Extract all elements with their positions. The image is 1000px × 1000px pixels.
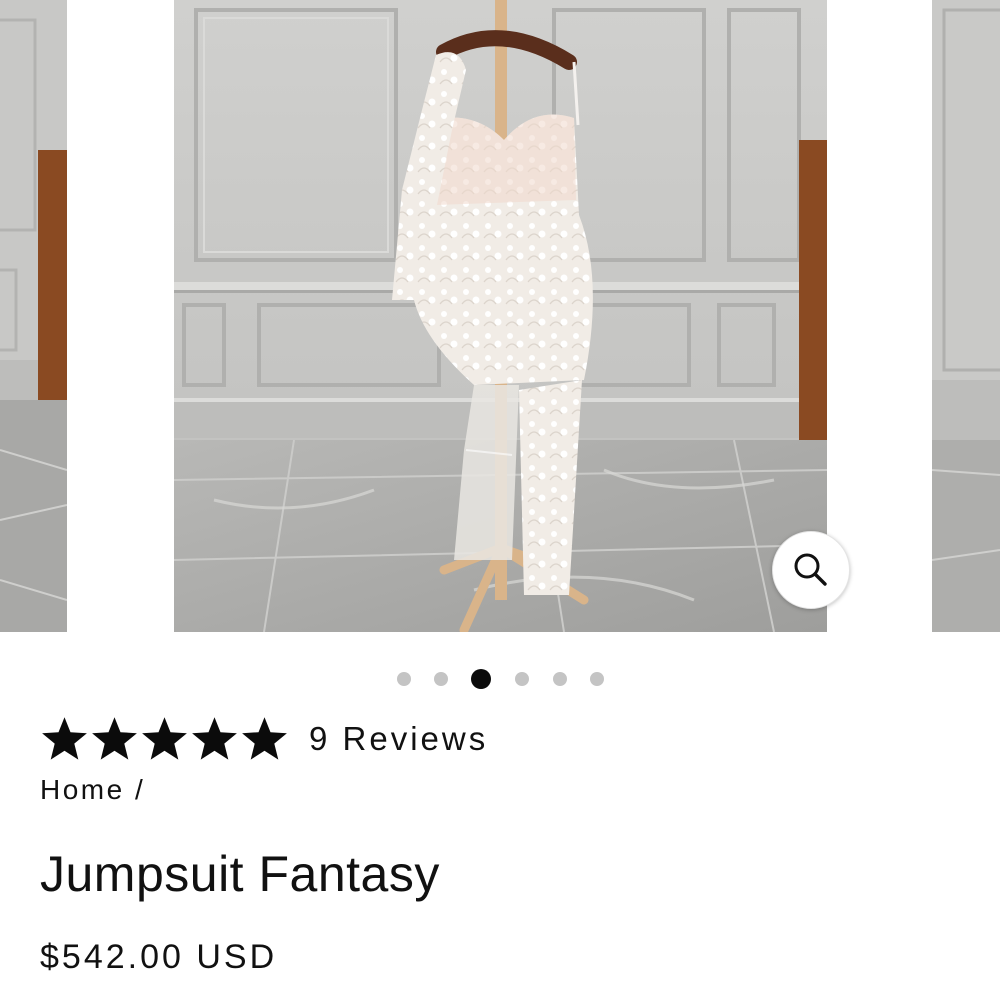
breadcrumb: Home /: [40, 774, 145, 806]
star-icon: [92, 717, 137, 760]
star-icon: [192, 717, 237, 760]
breadcrumb-home-link[interactable]: Home: [40, 774, 125, 805]
reviews-link[interactable]: 9 Reviews: [309, 720, 488, 758]
next-slide-image[interactable]: [932, 0, 1000, 632]
product-image-carousel[interactable]: [0, 0, 1000, 632]
carousel-dot[interactable]: [553, 672, 567, 686]
product-title: Jumpsuit Fantasy: [40, 846, 440, 902]
product-image[interactable]: [174, 0, 827, 632]
carousel-dot-active[interactable]: [471, 669, 491, 689]
breadcrumb-separator: /: [134, 774, 146, 805]
star-icon: [242, 717, 287, 760]
carousel-dot[interactable]: [434, 672, 448, 686]
carousel-pagination: [0, 667, 1000, 691]
star-icon: [142, 717, 187, 760]
zoom-button[interactable]: [772, 531, 850, 609]
star-rating: [40, 716, 289, 762]
magnifier-icon: [794, 553, 827, 586]
product-price: $542.00 USD: [40, 938, 278, 976]
carousel-dot[interactable]: [515, 672, 529, 686]
star-icon: [42, 717, 87, 760]
carousel-dot[interactable]: [397, 672, 411, 686]
previous-slide-image[interactable]: [0, 0, 67, 632]
carousel-dot[interactable]: [590, 672, 604, 686]
product-rating: 9 Reviews: [40, 715, 488, 763]
